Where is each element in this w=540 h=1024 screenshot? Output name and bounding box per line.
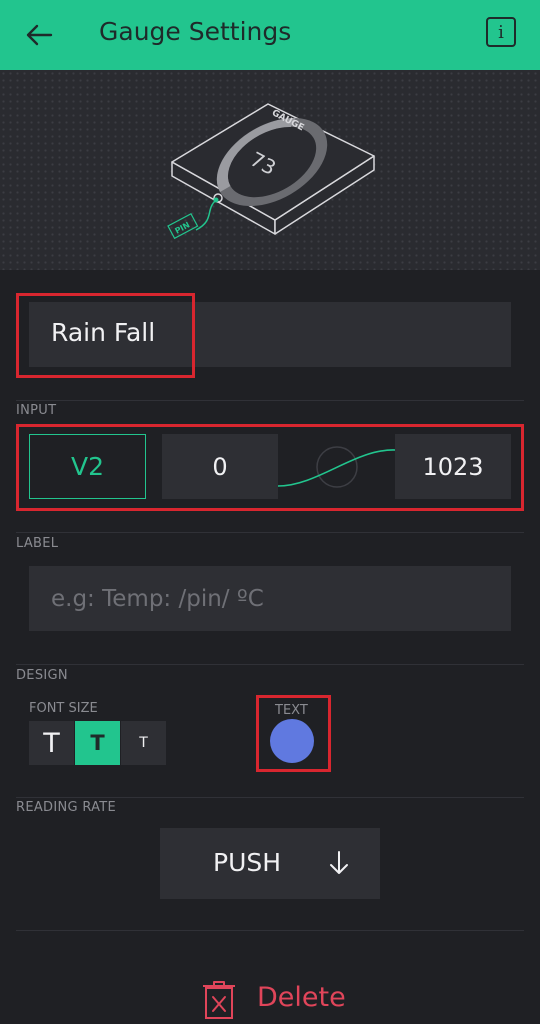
back-button[interactable] (22, 18, 56, 52)
divider (16, 400, 524, 401)
divider (16, 664, 524, 665)
font-size-large-button[interactable]: T (29, 721, 74, 765)
app-header: Gauge Settings i (0, 0, 540, 70)
trash-icon[interactable] (201, 980, 237, 1020)
design-section-label: DESIGN (16, 668, 68, 683)
reading-rate-dropdown[interactable]: PUSH (160, 828, 380, 899)
widget-preview: GAUGE 73 PIN (0, 70, 540, 270)
info-button[interactable]: i (486, 17, 516, 47)
label-section-label: LABEL (16, 536, 59, 551)
reading-rate-value: PUSH (213, 848, 282, 877)
arrow-left-icon (26, 24, 53, 46)
label-input[interactable] (29, 566, 511, 631)
pin-tag: PIN (173, 220, 191, 235)
info-icon: i (498, 21, 504, 43)
page-title: Gauge Settings (99, 17, 292, 46)
divider (16, 930, 524, 931)
input-section-label: INPUT (16, 403, 57, 418)
reading-rate-section-label: READING RATE (16, 800, 117, 815)
gauge-widget-illustration: GAUGE 73 PIN (167, 103, 375, 240)
font-size-label: FONT SIZE (29, 701, 98, 716)
name-highlight-box (16, 293, 195, 378)
text-color-highlight-box (256, 695, 331, 772)
input-highlight-box (16, 424, 524, 511)
delete-button[interactable]: Delete (257, 982, 346, 1013)
arrow-down-icon (330, 851, 348, 874)
divider (16, 797, 524, 798)
divider (16, 532, 524, 533)
font-size-medium-button[interactable]: T (75, 721, 120, 765)
font-size-small-button[interactable]: T (121, 721, 166, 765)
